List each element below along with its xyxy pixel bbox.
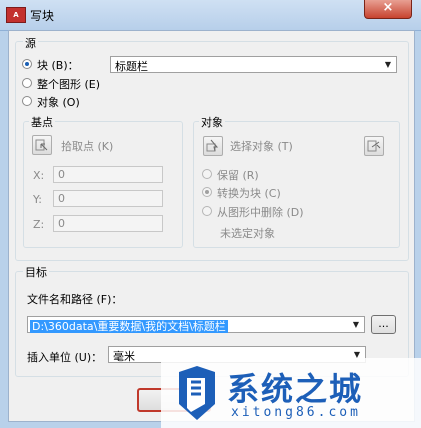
z-field[interactable]: 0 xyxy=(53,215,163,232)
radio-delete-label: 从图形中删除 (D) xyxy=(217,206,304,219)
radio-entire-drawing-label: 整个图形 (E) xyxy=(37,78,101,91)
base-point-label: 基点 xyxy=(29,114,55,130)
x-label: X: xyxy=(33,169,45,182)
insert-units-label: 插入单位 (U)： xyxy=(27,351,103,364)
radio-delete-from-drawing[interactable] xyxy=(202,206,212,216)
autocad-icon: A xyxy=(6,7,26,23)
radio-convert-to-block[interactable] xyxy=(202,187,212,197)
radio-convert-to-block-label: 转换为块 (C) xyxy=(217,187,281,200)
select-objects-button[interactable] xyxy=(203,136,223,156)
target-group-label: 目标 xyxy=(23,264,49,280)
quick-select-button[interactable] xyxy=(364,136,384,156)
title-bar: A 写块 × xyxy=(0,0,421,31)
watermark-brand: 系统之城 xyxy=(227,370,364,408)
insert-units-value: 毫米 xyxy=(113,350,135,363)
radio-block-label: 块 (B)： xyxy=(37,59,79,72)
radio-objects-label: 对象 (O) xyxy=(37,96,80,109)
pick-point-button[interactable] xyxy=(32,135,52,155)
pick-point-icon xyxy=(35,139,48,151)
browse-button[interactable]: ... xyxy=(371,315,396,334)
source-group-label: 源 xyxy=(23,35,38,51)
radio-block[interactable] xyxy=(22,59,32,69)
radio-entire-drawing[interactable] xyxy=(22,78,32,88)
watermark-url: xitong86.com xyxy=(231,405,361,420)
window-title: 写块 xyxy=(30,9,55,23)
block-name-select[interactable]: 标题栏 ▼ xyxy=(110,56,397,73)
no-objects-selected-status: 未选定对象 xyxy=(220,227,275,240)
y-label: Y: xyxy=(33,193,42,206)
chevron-down-icon: ▼ xyxy=(384,60,392,69)
z-label: Z: xyxy=(33,218,45,231)
radio-retain[interactable] xyxy=(202,169,212,179)
objects-group-label: 对象 xyxy=(199,114,225,130)
chevron-down-icon: ▼ xyxy=(352,320,360,329)
watermark: 系统之城 xitong86.com xyxy=(161,358,421,428)
file-path-value: D:\360data\重要数据\我的文档\标题栏 xyxy=(30,320,228,333)
block-name-value: 标题栏 xyxy=(115,60,148,73)
x-field[interactable]: 0 xyxy=(53,166,163,183)
select-objects-label: 选择对象 (T) xyxy=(230,140,293,153)
watermark-logo-icon xyxy=(179,366,215,420)
radio-objects[interactable] xyxy=(22,96,32,106)
file-path-combo[interactable]: D:\360data\重要数据\我的文档\标题栏 ▼ xyxy=(27,316,365,333)
quick-select-icon xyxy=(367,140,381,152)
y-field[interactable]: 0 xyxy=(53,190,163,207)
close-button[interactable]: × xyxy=(364,0,412,19)
pick-point-label: 拾取点 (K) xyxy=(61,140,114,153)
radio-retain-label: 保留 (R) xyxy=(217,169,259,182)
select-objects-icon xyxy=(206,139,219,152)
file-path-label: 文件名和路径 (F)： xyxy=(27,293,123,306)
